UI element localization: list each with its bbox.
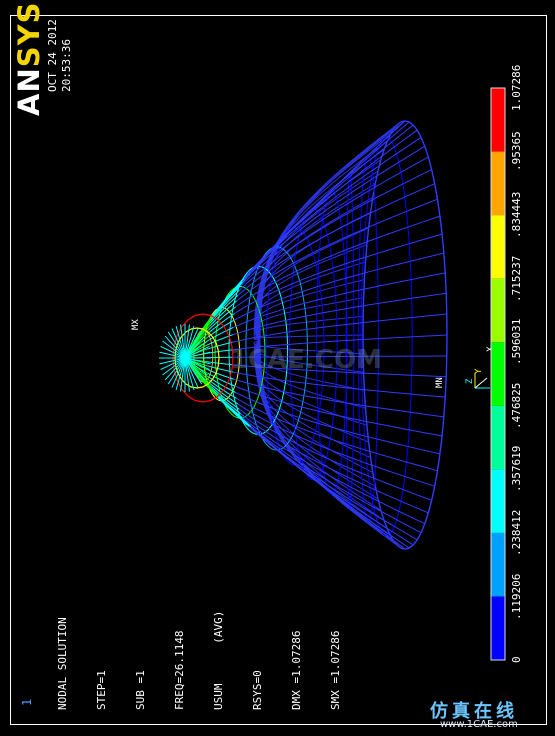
legend-band bbox=[491, 469, 505, 533]
graphics-window: 1 NODAL SOLUTION STEP=1 SUB =1 FREQ=26.1… bbox=[0, 0, 555, 736]
legend-band bbox=[491, 596, 505, 660]
legend-value: .238412 bbox=[510, 509, 523, 556]
legend-band bbox=[491, 532, 505, 597]
legend-value: .357619 bbox=[510, 446, 523, 493]
legend-band bbox=[491, 215, 505, 279]
legend-value: .715237 bbox=[510, 255, 523, 302]
legend-band bbox=[491, 342, 505, 406]
legend-value: .596031 bbox=[510, 318, 523, 366]
legend-band bbox=[491, 405, 505, 470]
legend-value: .119206 bbox=[510, 573, 523, 620]
site-url: www.1CAE.com bbox=[440, 719, 518, 730]
legend-band bbox=[491, 151, 505, 216]
legend-value: 1.07286 bbox=[510, 64, 523, 112]
legend-value: .476825 bbox=[510, 382, 523, 429]
contour-legend bbox=[490, 87, 506, 661]
legend-value: .834443 bbox=[510, 191, 523, 239]
legend-band bbox=[491, 278, 505, 343]
legend-value: .95365 bbox=[510, 131, 523, 172]
legend-value: 0 bbox=[510, 656, 523, 664]
legend-band bbox=[491, 88, 505, 152]
